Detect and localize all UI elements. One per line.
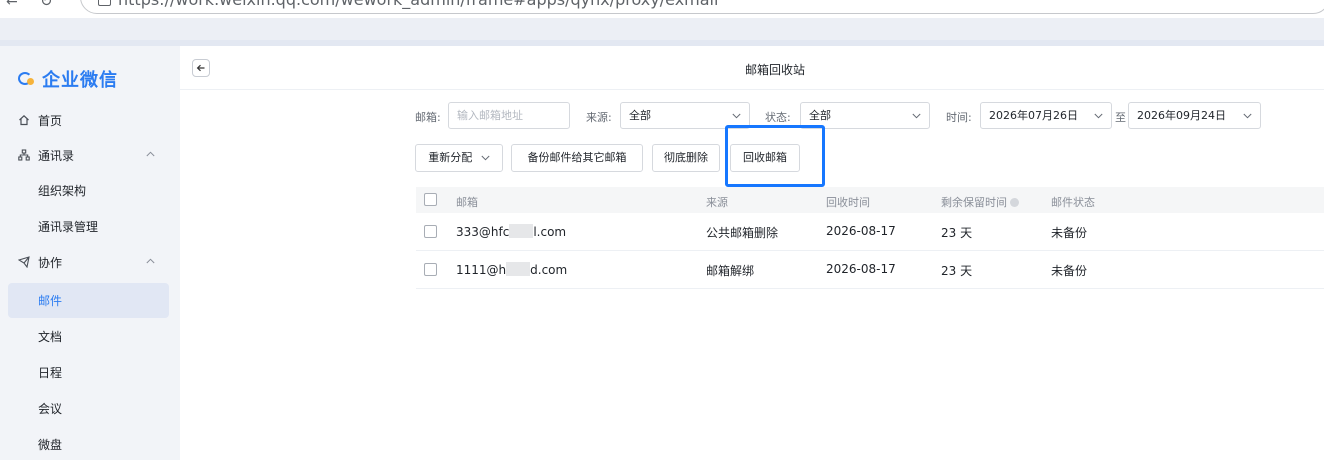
page-header: 邮箱回收站 <box>180 46 1324 90</box>
to-label: 至 <box>1115 111 1126 124</box>
page-title: 邮箱回收站 <box>744 63 805 77</box>
logo-text: 企业微信 <box>42 70 118 91</box>
status-filter-label: 状态: <box>765 111 791 124</box>
sidebar-item-mail[interactable]: 邮件 <box>8 283 169 318</box>
backup-to-other-mailbox-button[interactable]: 备份邮件给其它邮箱 <box>511 144 643 172</box>
mailbox-search-input[interactable]: 输入邮箱地址 <box>448 102 570 129</box>
row-email: 1111@h d.com <box>456 262 568 277</box>
sidebar-item-label: 文档 <box>38 329 63 344</box>
sidebar-item-label: 邮件 <box>38 294 63 308</box>
collaboration-icon <box>17 256 30 269</box>
sidebar: 企业微信 首页 通讯录 组织架构 通讯录管理 协作 邮件 文档 日程 会议 微盘 <box>0 46 180 460</box>
sidebar-item-label: 首页 <box>38 113 63 128</box>
reassign-button[interactable]: 重新分配 <box>415 144 503 172</box>
chevron-up-icon[interactable] <box>146 254 155 267</box>
sidebar-item-collaboration[interactable]: 协作 <box>8 246 169 278</box>
row-email: 333@hfc l.com <box>456 224 567 239</box>
highlight-annotation-box <box>725 125 825 187</box>
sidebar-item-home[interactable]: 首页 <box>8 104 169 136</box>
sidebar-item-org-structure[interactable]: 组织架构 <box>8 174 169 206</box>
mailbox-filter-label: 邮箱: <box>415 111 441 124</box>
contacts-icon <box>18 149 30 161</box>
row-mail-status: 未备份 <box>1051 264 1088 278</box>
row-source: 邮箱解绑 <box>706 264 755 278</box>
home-icon <box>18 114 30 126</box>
arrow-left-icon[interactable]: ← <box>6 0 18 10</box>
sidebar-item-drive[interactable]: 微盘 <box>8 428 169 460</box>
column-header-source: 来源 <box>706 196 728 209</box>
sidebar-item-label: 通讯录管理 <box>38 219 99 234</box>
table-row[interactable]: 333@hfc l.com 公共邮箱删除 2026-08-17 23 天 未备份 <box>416 213 1324 251</box>
table-row[interactable]: 1111@h d.com 邮箱解绑 2026-08-17 23 天 未备份 <box>416 251 1324 289</box>
chevron-down-icon <box>912 103 921 128</box>
sidebar-item-label: 组织架构 <box>38 183 87 198</box>
sidebar-item-label: 通讯录 <box>38 148 75 163</box>
row-remaining-time: 23 天 <box>941 226 973 240</box>
redaction-mask <box>509 224 534 238</box>
sidebar-item-contacts-management[interactable]: 通讯录管理 <box>8 210 169 242</box>
column-header-mailbox: 邮箱 <box>456 196 478 209</box>
row-checkbox[interactable] <box>424 263 437 276</box>
end-date-select[interactable]: 2026年09月24日 <box>1128 102 1261 129</box>
redaction-mask <box>506 262 531 276</box>
chevron-down-icon <box>1243 103 1252 128</box>
row-recycle-time: 2026-08-17 <box>826 224 896 238</box>
time-filter-label: 时间: <box>946 111 972 124</box>
row-remaining-time: 23 天 <box>941 264 973 278</box>
browser-address-bar: ← ↻ https://work.weixin.qq.com/wework_ad… <box>0 0 1324 18</box>
start-date-select[interactable]: 2026年07月26日 <box>980 102 1112 129</box>
source-filter-label: 来源: <box>586 111 612 124</box>
sidebar-item-label: 微盘 <box>38 437 63 452</box>
column-header-mail-status: 邮件状态 <box>1051 196 1095 209</box>
logo[interactable]: 企业微信 <box>18 66 118 92</box>
main-panel: 邮箱回收站 邮箱: 输入邮箱地址 来源: 全部 状态: 全部 时间: 2026年… <box>180 46 1324 460</box>
sidebar-item-label: 会议 <box>38 401 63 416</box>
select-all-checkbox[interactable] <box>424 193 437 206</box>
row-source: 公共邮箱删除 <box>706 226 779 240</box>
column-header-recycle-time: 回收时间 <box>826 196 870 209</box>
row-recycle-time: 2026-08-17 <box>826 262 896 276</box>
chevron-down-icon <box>481 155 490 161</box>
table-header: 邮箱 来源 回收时间 剩余保留时间 邮件状态 <box>416 187 1324 213</box>
column-header-remaining-time: 剩余保留时间 <box>941 194 1019 210</box>
reload-icon[interactable]: ↻ <box>40 0 53 10</box>
url-text[interactable]: https://work.weixin.qq.com/wework_admin/… <box>118 0 718 9</box>
lock-icon <box>98 0 111 6</box>
info-icon[interactable] <box>1010 198 1019 207</box>
wecom-logo-icon <box>18 70 38 88</box>
sidebar-item-label: 日程 <box>38 365 63 380</box>
sidebar-item-label: 协作 <box>38 255 63 270</box>
chevron-down-icon <box>1094 103 1103 128</box>
row-checkbox[interactable] <box>424 225 437 238</box>
sidebar-item-docs[interactable]: 文档 <box>8 320 169 352</box>
back-button[interactable] <box>192 59 210 77</box>
chevron-up-icon[interactable] <box>146 147 155 160</box>
sidebar-item-contacts[interactable]: 通讯录 <box>8 139 169 171</box>
sidebar-item-meetings[interactable]: 会议 <box>8 392 169 424</box>
permanent-delete-button[interactable]: 彻底删除 <box>652 144 720 172</box>
row-mail-status: 未备份 <box>1051 226 1088 240</box>
sidebar-item-calendar[interactable]: 日程 <box>8 356 169 388</box>
